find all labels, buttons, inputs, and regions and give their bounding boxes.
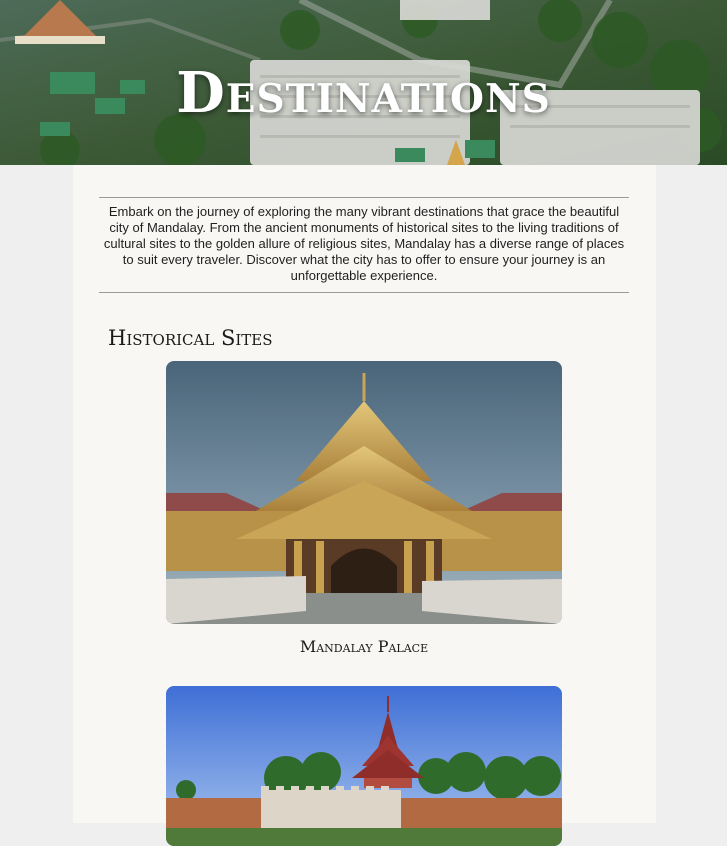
section-title-historical-sites: Historical Sites (108, 326, 273, 350)
mandalay-palace-image[interactable] (166, 361, 562, 624)
main-content: Embark on the journey of exploring the m… (73, 165, 656, 846)
place-name-mandalay-palace[interactable]: Mandalay Palace (166, 637, 562, 656)
intro-block: Embark on the journey of exploring the m… (99, 197, 629, 293)
intro-text: Embark on the journey of exploring the m… (103, 204, 625, 283)
mandalay-fort-image[interactable] (166, 686, 562, 846)
page-title: Destinations (176, 60, 551, 126)
hero-banner: Destinations (0, 0, 727, 165)
